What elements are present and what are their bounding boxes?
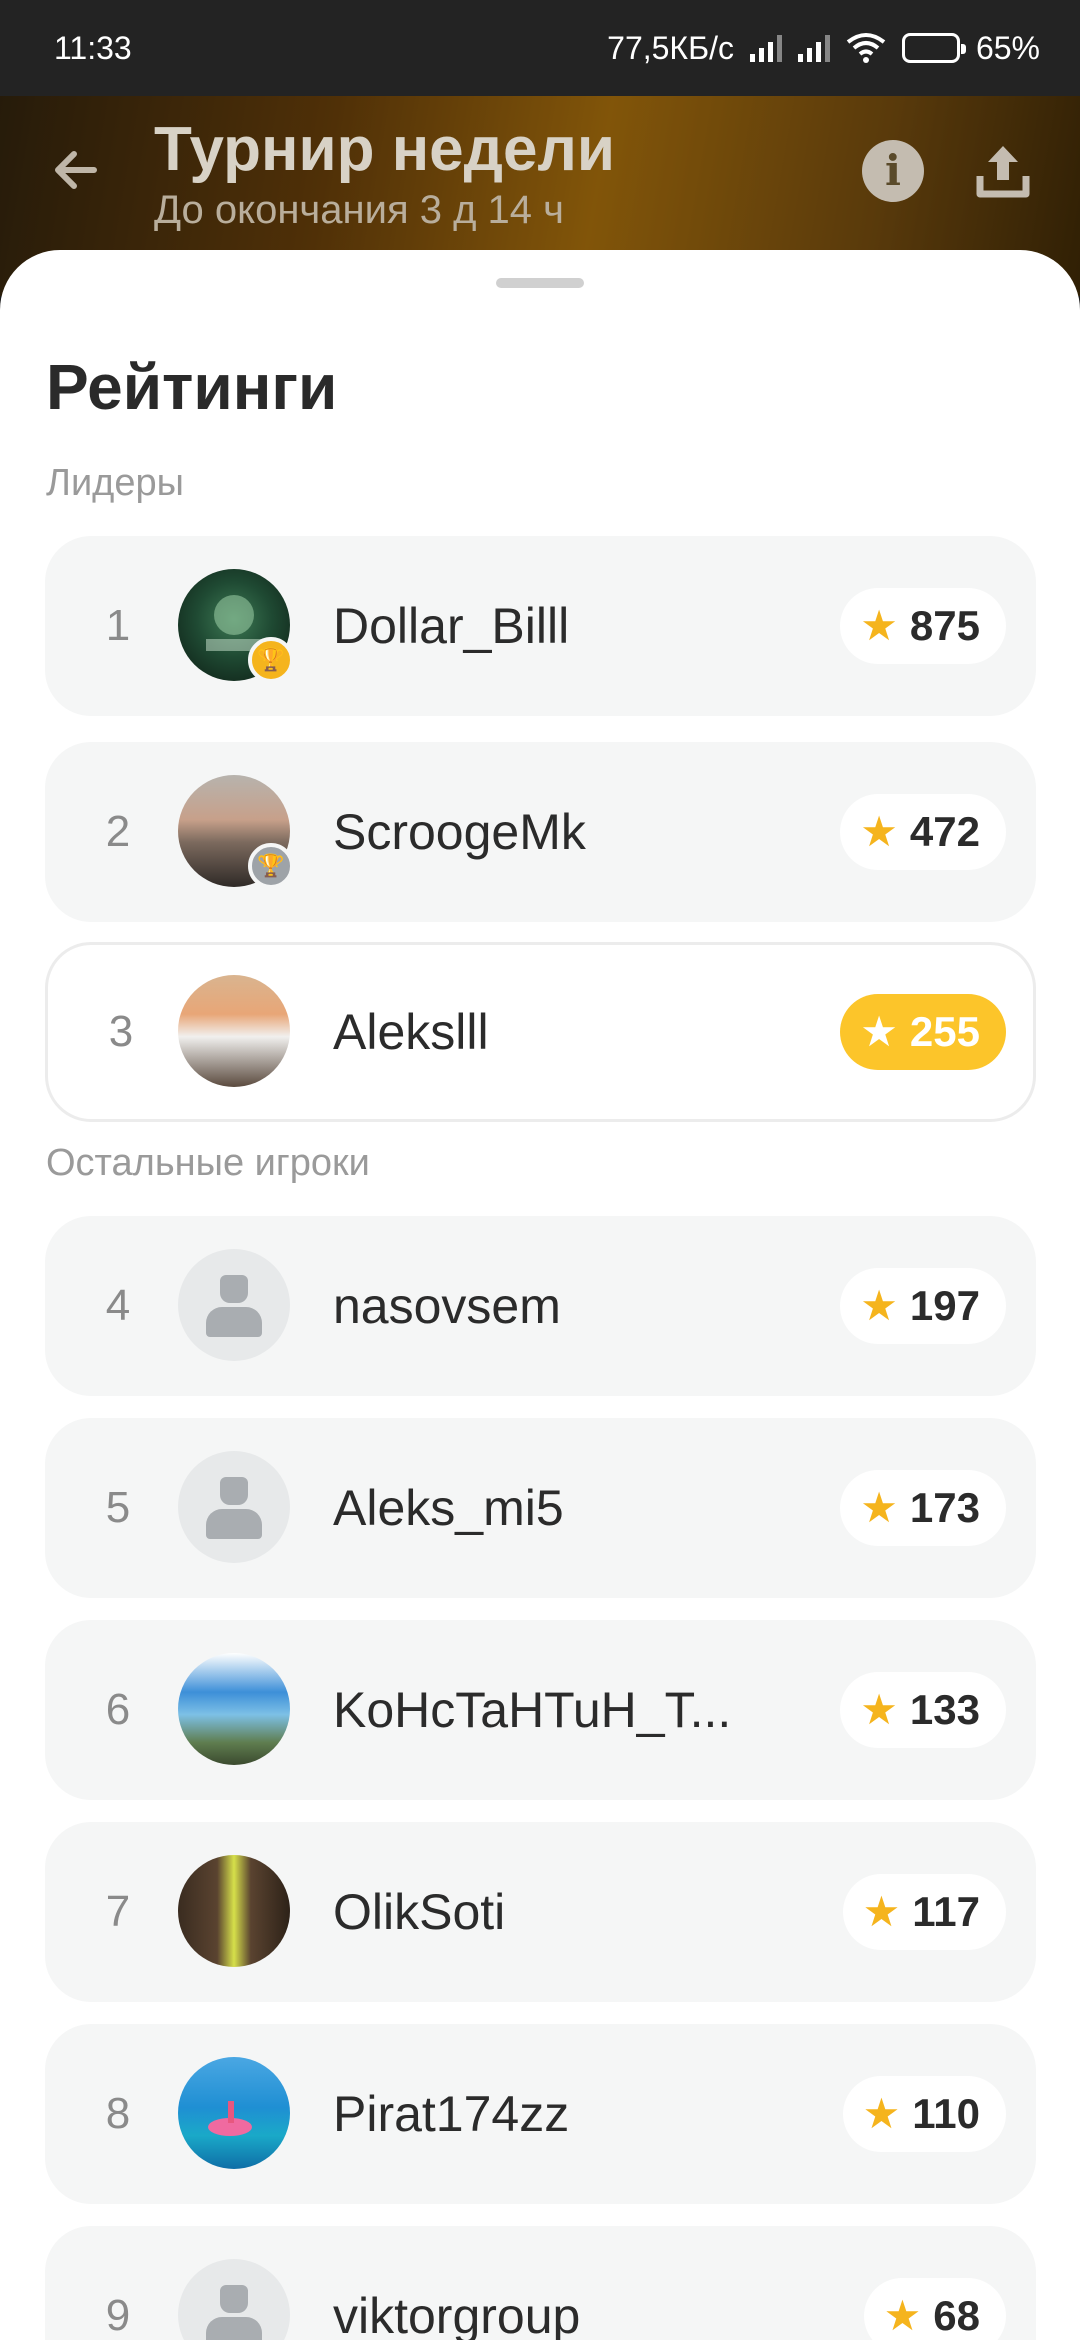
score-value: 173 xyxy=(909,1484,980,1531)
score-badge: ★ 197 xyxy=(840,1268,1006,1344)
wifi-icon xyxy=(846,33,886,63)
star-icon: ★ xyxy=(860,1686,898,1733)
default-avatar-icon xyxy=(178,2259,290,2340)
rank-number: 5 xyxy=(105,1483,131,1532)
score-badge: ★ 68 xyxy=(863,2278,1006,2340)
ratings-title: Рейтинги xyxy=(46,351,338,423)
info-icon[interactable]: i xyxy=(862,140,924,202)
player-name: viktorgroup xyxy=(333,2288,581,2340)
score-value: 197 xyxy=(909,1282,980,1329)
trophy-icon: 🏆 xyxy=(248,843,294,889)
player-name: KoHcTaHTuH_T... xyxy=(333,1682,732,1738)
score-badge: ★ 173 xyxy=(840,1470,1006,1546)
leaderboard-row[interactable]: 7 OlikSoti ★ 117 xyxy=(45,1822,1036,2002)
score-value: 133 xyxy=(909,1686,980,1733)
star-icon: ★ xyxy=(860,1484,898,1531)
rank-number: 2 xyxy=(105,807,131,856)
default-avatar-icon xyxy=(178,1249,290,1361)
player-name: Dollar_Billl xyxy=(333,598,570,654)
rank-number: 3 xyxy=(108,1007,134,1056)
score-value: 255 xyxy=(909,1008,980,1055)
drag-handle[interactable] xyxy=(496,278,584,288)
score-value: 68 xyxy=(933,2292,980,2339)
leaderboard-row[interactable]: 6 KoHcTaHTuH_T... ★ 133 xyxy=(45,1620,1036,1800)
leaderboard-row[interactable]: 5 Aleks_mi5 ★ 173 xyxy=(45,1418,1036,1598)
leaderboard-row[interactable]: 9 viktorgroup ★ 68 xyxy=(45,2226,1036,2340)
leaderboard-row[interactable]: 8 Pirat174zz ★ 110 xyxy=(45,2024,1036,2204)
score-badge: ★ 255 xyxy=(840,994,1006,1070)
star-icon: ★ xyxy=(860,1282,898,1329)
score-value: 472 xyxy=(909,808,980,855)
page-title: Турнир недели xyxy=(154,115,615,184)
star-icon: ★ xyxy=(860,1008,898,1055)
score-badge: ★ 117 xyxy=(842,1874,1006,1950)
star-icon: ★ xyxy=(862,2090,901,2137)
avatar xyxy=(178,2057,290,2169)
leaderboard-row[interactable]: 4 nasovsem ★ 197 xyxy=(45,1216,1036,1396)
leaderboard-row[interactable]: 2 🏆 ScroogeMk ★ 472 xyxy=(45,742,1036,922)
cellular-signal-icon xyxy=(749,34,782,62)
status-icons: 77,5КБ/с 65% xyxy=(607,30,1040,67)
rank-number: 7 xyxy=(105,1887,131,1936)
others-label: Остальные игроки xyxy=(46,1142,370,1184)
network-speed: 77,5КБ/с xyxy=(607,29,734,66)
rank-number: 9 xyxy=(105,2291,131,2340)
score-badge: ★ 110 xyxy=(842,2076,1006,2152)
battery-icon xyxy=(901,33,966,63)
avatar xyxy=(178,1855,290,1967)
cellular-signal-2-icon xyxy=(797,34,830,62)
score-badge: ★ 133 xyxy=(840,1672,1006,1748)
star-icon: ★ xyxy=(883,2292,922,2339)
avatar xyxy=(178,1653,290,1765)
ratings-sheet: Рейтинги Лидеры 1 🏆 Dollar_Billl ★ 875 2… xyxy=(0,250,1080,2340)
score-badge: ★ 875 xyxy=(840,588,1006,664)
score-value: 117 xyxy=(912,1888,980,1935)
page-subtitle: До окончания 3 д 14 ч xyxy=(154,188,564,232)
star-icon: ★ xyxy=(860,602,898,649)
back-arrow-icon[interactable] xyxy=(46,140,106,200)
status-time: 11:33 xyxy=(54,29,132,66)
score-value: 110 xyxy=(912,2090,980,2137)
player-name: Alekslll xyxy=(333,1004,489,1060)
player-name: Pirat174zz xyxy=(333,2086,570,2142)
star-icon: ★ xyxy=(862,1888,901,1935)
rank-number: 4 xyxy=(105,1281,131,1330)
default-avatar-icon xyxy=(178,1451,290,1563)
rank-number: 6 xyxy=(105,1685,131,1734)
rank-number: 1 xyxy=(105,601,131,650)
leaderboard-row[interactable]: 1 🏆 Dollar_Billl ★ 875 xyxy=(45,536,1036,716)
player-name: Aleks_mi5 xyxy=(333,1480,564,1536)
score-value: 875 xyxy=(909,602,980,649)
star-icon: ★ xyxy=(860,808,898,855)
score-badge: ★ 472 xyxy=(840,794,1006,870)
leaderboard-row-current-user[interactable]: 3 Alekslll ★ 255 xyxy=(45,942,1036,1122)
battery-percent: 65% xyxy=(975,29,1040,66)
avatar xyxy=(178,975,290,1087)
share-icon[interactable] xyxy=(972,140,1034,202)
leaders-label: Лидеры xyxy=(46,462,184,504)
trophy-icon: 🏆 xyxy=(248,637,294,683)
rank-number: 8 xyxy=(105,2089,131,2138)
player-name: ScroogeMk xyxy=(333,804,586,860)
player-name: OlikSoti xyxy=(333,1884,506,1940)
player-name: nasovsem xyxy=(333,1278,561,1334)
status-bar: 11:33 77,5КБ/с 65% xyxy=(0,0,1080,96)
